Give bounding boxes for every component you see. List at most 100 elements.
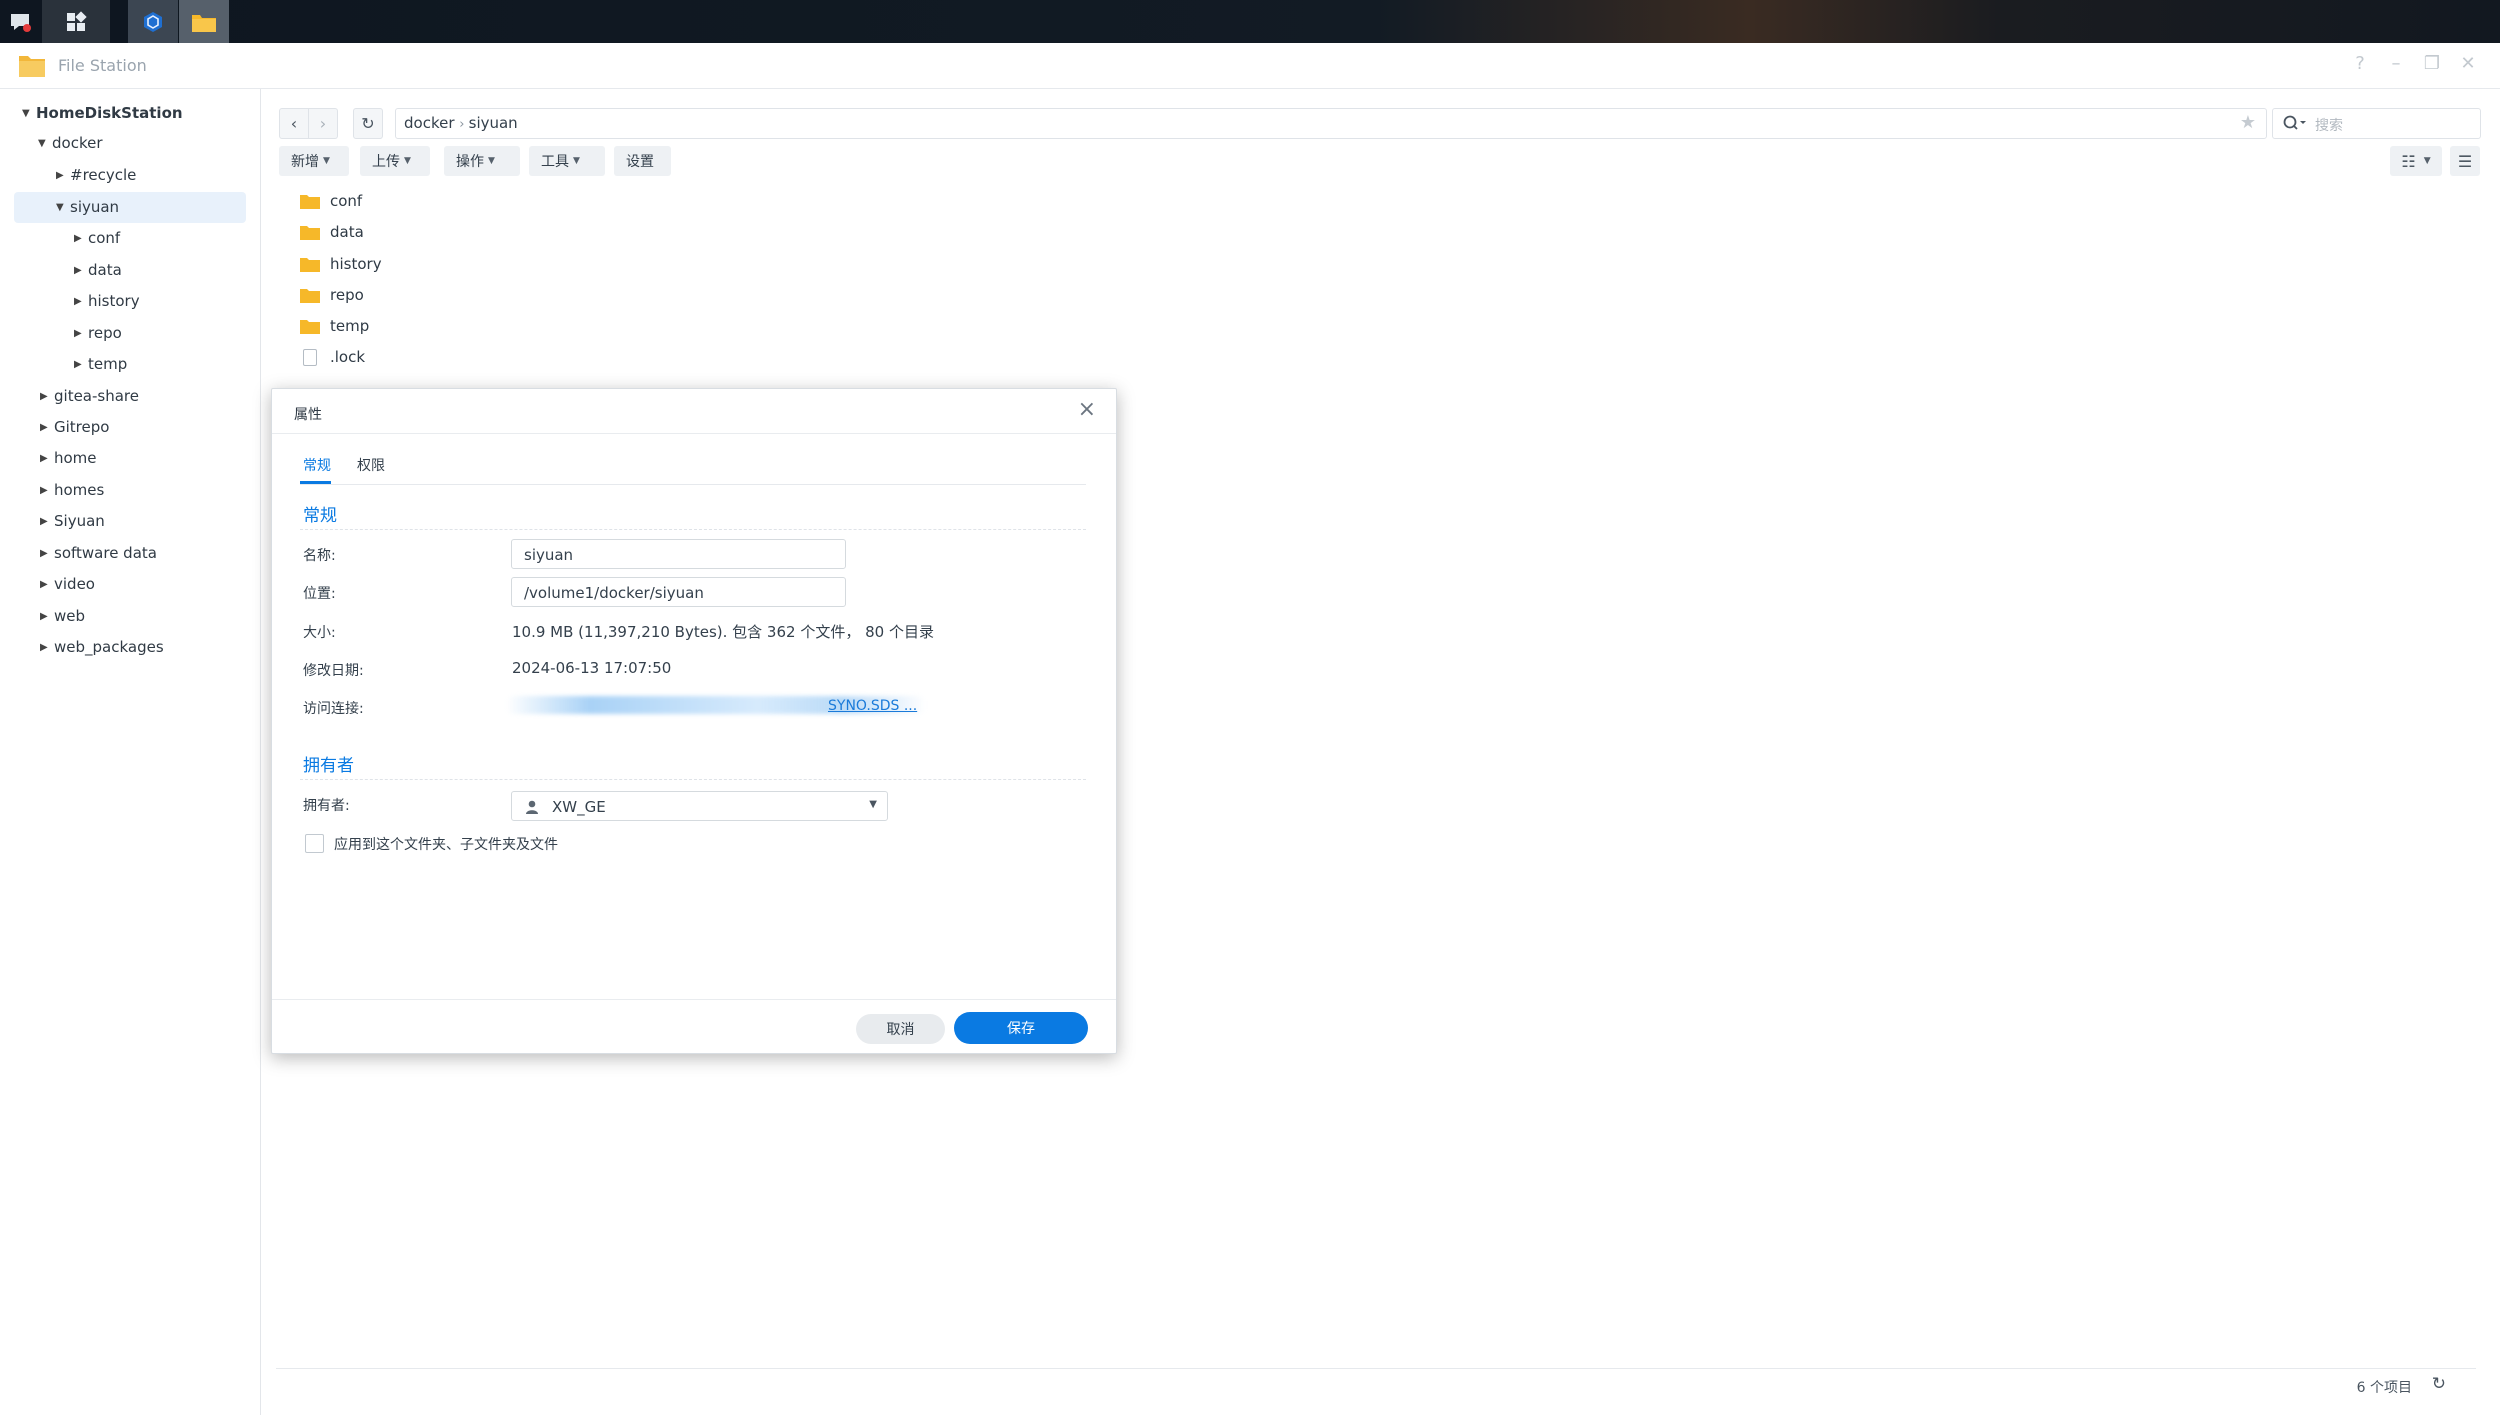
save-button[interactable]: 保存 <box>954 1012 1088 1044</box>
app-hex-icon <box>144 11 162 32</box>
minimize-icon[interactable]: – <box>2385 53 2407 74</box>
operate-button[interactable]: 操作 ▼ <box>444 146 520 176</box>
tab-permissions[interactable]: 权限 <box>357 455 385 475</box>
tree-item-web[interactable]: ▶ web <box>40 601 85 631</box>
divider <box>300 779 1086 780</box>
link-label: 访问连接: <box>303 701 364 717</box>
notification-icon[interactable] <box>0 0 40 43</box>
folder-icon <box>192 14 216 32</box>
caret-down-icon[interactable]: ▼ <box>22 108 36 119</box>
caret-down-icon: ▼ <box>323 156 330 166</box>
taskbar-filestation-button[interactable] <box>179 0 229 43</box>
caret-right-icon[interactable]: ▶ <box>74 233 88 244</box>
caret-right-icon[interactable]: ▶ <box>40 422 54 433</box>
tree-item-recycle[interactable]: ▶ #recycle <box>56 160 136 190</box>
location-field[interactable]: /volume1/docker/siyuan <box>511 577 846 607</box>
file-icon <box>303 348 317 366</box>
status-bar: 6 个项目 ↻ <box>276 1368 2476 1409</box>
caret-right-icon[interactable]: ▶ <box>40 516 54 527</box>
divider <box>272 999 1116 1000</box>
divider <box>300 484 1086 485</box>
caret-right-icon[interactable]: ▶ <box>40 579 54 590</box>
main-menu-button[interactable] <box>42 0 110 43</box>
owner-select[interactable]: XW_GE ▼ <box>511 791 888 821</box>
tree-item-repo[interactable]: ▶ repo <box>74 318 122 348</box>
file-row-repo[interactable]: repo <box>300 280 364 310</box>
breadcrumb-docker[interactable]: docker <box>404 114 455 132</box>
caret-right-icon[interactable]: ▶ <box>40 548 54 559</box>
apply-recursive-checkbox[interactable] <box>305 834 324 853</box>
access-link[interactable]: SYNO.SDS ... <box>828 698 917 714</box>
star-icon[interactable]: ★ <box>2240 112 2256 133</box>
view-mode-button[interactable]: ☷ ▼ <box>2390 146 2442 176</box>
tree-item-siyuan-share[interactable]: ▶ Siyuan <box>40 506 105 536</box>
sort-icon: ☰ <box>2457 151 2473 171</box>
caret-right-icon[interactable]: ▶ <box>40 642 54 653</box>
size-value: 10.9 MB (11,397,210 Bytes). 包含 362 个文件， … <box>512 623 934 641</box>
create-button[interactable]: 新增 ▼ <box>279 146 349 176</box>
caret-right-icon[interactable]: ▶ <box>74 328 88 339</box>
settings-button[interactable]: 设置 <box>614 146 671 176</box>
caret-right-icon[interactable]: ▶ <box>74 359 88 370</box>
close-icon[interactable]: × <box>1078 397 1096 422</box>
tree-item-docker[interactable]: ▼ docker <box>38 128 103 158</box>
owner-label: 拥有者: <box>303 798 350 814</box>
close-icon[interactable]: ✕ <box>2457 53 2479 74</box>
cancel-button[interactable]: 取消 <box>856 1014 945 1044</box>
file-row-lock[interactable]: .lock <box>300 342 365 372</box>
caret-right-icon[interactable]: ▶ <box>40 611 54 622</box>
refresh-icon[interactable]: ↻ <box>2432 1374 2446 1394</box>
tree-item-temp[interactable]: ▶ temp <box>74 349 127 379</box>
upload-button[interactable]: 上传 ▼ <box>360 146 430 176</box>
tree-item-software-data[interactable]: ▶ software data <box>40 538 157 568</box>
taskbar <box>0 0 2500 161</box>
search-box[interactable]: 搜索 <box>2272 108 2481 139</box>
restore-icon[interactable]: ❐ <box>2421 53 2443 74</box>
tree-item-video[interactable]: ▶ video <box>40 569 95 599</box>
tree-item-siyuan[interactable]: ▼ siyuan <box>56 192 119 222</box>
help-icon[interactable]: ? <box>2349 53 2371 74</box>
grid-icon <box>67 10 87 31</box>
location-label: 位置: <box>303 586 336 602</box>
caret-right-icon[interactable]: ▶ <box>40 485 54 496</box>
tree-item-gitrepo[interactable]: ▶ Gitrepo <box>40 412 109 442</box>
window-titlebar: File Station ? – ❐ ✕ <box>0 43 2500 89</box>
tree-root[interactable]: ▼ HomeDiskStation <box>22 98 183 128</box>
refresh-button[interactable]: ↻ <box>353 108 383 139</box>
tree-item-homes[interactable]: ▶ homes <box>40 475 104 505</box>
folder-icon <box>300 257 320 272</box>
address-bar[interactable]: docker › siyuan ★ <box>395 108 2267 139</box>
taskbar-app-button[interactable] <box>128 0 178 43</box>
tree-item-data[interactable]: ▶ data <box>74 255 122 285</box>
tree-item-conf[interactable]: ▶ conf <box>74 223 120 253</box>
tree-item-history[interactable]: ▶ history <box>74 286 140 316</box>
forward-button[interactable]: › <box>309 108 338 139</box>
caret-right-icon[interactable]: ▶ <box>40 453 54 464</box>
search-icon[interactable] <box>2283 115 2307 131</box>
caret-right-icon[interactable]: ▶ <box>40 391 54 402</box>
file-row-conf[interactable]: conf <box>300 186 362 216</box>
breadcrumb-siyuan[interactable]: siyuan <box>469 114 518 132</box>
caret-down-icon[interactable]: ▼ <box>56 202 70 213</box>
file-row-history[interactable]: history <box>300 249 382 279</box>
caret-right-icon[interactable]: ▶ <box>74 265 88 276</box>
tools-button[interactable]: 工具 ▼ <box>529 146 605 176</box>
tree-item-web-packages[interactable]: ▶ web_packages <box>40 632 164 662</box>
back-button[interactable]: ‹ <box>279 108 309 139</box>
size-label: 大小: <box>303 625 336 641</box>
sort-button[interactable]: ☰ <box>2450 146 2480 176</box>
file-row-data[interactable]: data <box>300 217 364 247</box>
chevron-right-icon: › <box>319 114 327 133</box>
owner-value: XW_GE <box>552 798 606 816</box>
tab-general[interactable]: 常规 <box>303 455 331 475</box>
app-title: File Station <box>58 56 147 75</box>
tree-item-home[interactable]: ▶ home <box>40 443 97 473</box>
name-field[interactable]: siyuan <box>511 539 846 569</box>
caret-down-icon[interactable]: ▼ <box>38 138 52 149</box>
refresh-icon: ↻ <box>361 114 375 133</box>
section-general-title: 常规 <box>303 506 337 526</box>
caret-right-icon[interactable]: ▶ <box>56 170 70 181</box>
caret-right-icon[interactable]: ▶ <box>74 296 88 307</box>
file-row-temp[interactable]: temp <box>300 311 369 341</box>
tree-item-gitea-share[interactable]: ▶ gitea-share <box>40 381 139 411</box>
